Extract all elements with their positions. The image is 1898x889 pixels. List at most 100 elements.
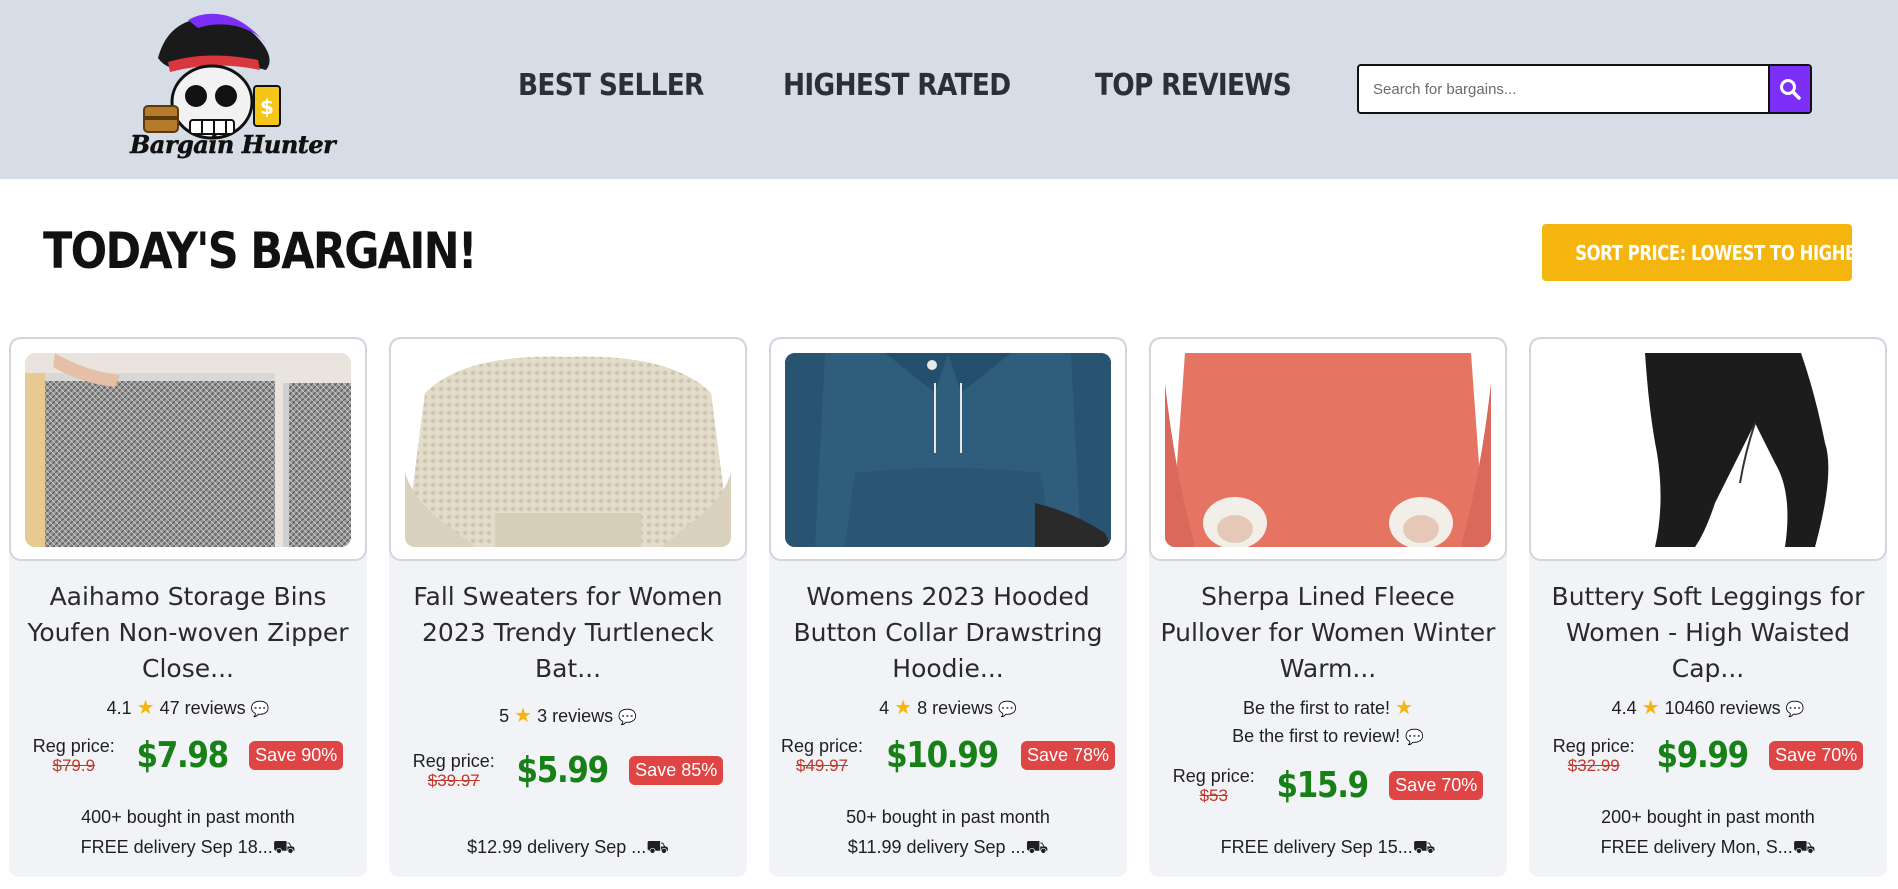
price-row: Reg price: $32.99 $9.99 Save 70% (1529, 735, 1887, 776)
nav-top-reviews[interactable]: TOP REVIEWS (1095, 68, 1292, 103)
truck-icon: ⛟ (1792, 837, 1816, 857)
save-badge: Save 70% (1389, 771, 1484, 800)
product-title[interactable]: Buttery Soft Leggings for Women - High W… (1539, 579, 1877, 687)
delivery-line: $12.99 delivery Sep ...⛟ (389, 837, 747, 861)
delivery-line: FREE delivery Sep 18...⛟ (9, 837, 367, 861)
save-badge: Save 78% (1020, 741, 1116, 770)
delivery-line: FREE delivery Mon, S...⛟ (1529, 837, 1887, 861)
nav-best-seller[interactable]: BEST SELLER (518, 68, 704, 103)
product-image-frame (1149, 337, 1507, 561)
product-image-frame (1529, 337, 1887, 561)
product-card[interactable]: Fall Sweaters for Women 2023 Trendy Turt… (389, 337, 747, 877)
delivery-text: FREE delivery Mon, S... (1600, 837, 1793, 857)
price-row: Reg price: $79.9 $7.98 Save 90% (9, 735, 367, 776)
save-badge: Save 70% (1769, 741, 1864, 770)
comment-icon: 💬 (998, 701, 1017, 718)
search-button[interactable] (1768, 66, 1810, 112)
review-count[interactable]: 8 reviews (917, 698, 993, 718)
site-header: $ Bargain Hunter BEST SELLER HIGHEST RAT… (0, 0, 1898, 179)
regular-price: Reg price: $39.97 (412, 750, 495, 790)
product-image-storage-bin[interactable] (25, 353, 351, 547)
product-image-frame (389, 337, 747, 561)
product-title[interactable]: Aaihamo Storage Bins Youfen Non-woven Zi… (19, 579, 357, 687)
truck-icon: ⛟ (1412, 837, 1436, 857)
star-icon: ★ (1395, 697, 1414, 719)
reg-price-value: $79.9 (52, 755, 96, 775)
search-input[interactable] (1359, 66, 1768, 112)
product-image-blue-hoodie[interactable] (785, 353, 1111, 547)
truck-icon: ⛟ (646, 837, 669, 857)
nav-highest-rated[interactable]: HIGHEST RATED (783, 68, 1011, 103)
sort-price-button[interactable]: SORT PRICE: LOWEST TO HIGHEST (1542, 224, 1878, 281)
reg-price-value: $49.97 (796, 755, 848, 775)
reg-price-label: Reg price: (1172, 765, 1255, 786)
rating-line: 4.4 ★ 10460 reviews 💬 (1529, 695, 1887, 720)
reg-price-label: Reg price: (32, 735, 115, 756)
product-title[interactable]: Sherpa Lined Fleece Pullover for Women W… (1159, 579, 1497, 687)
rating-value: 5 (499, 706, 510, 726)
regular-price: Reg price: $79.9 (32, 735, 115, 775)
delivery-line: $11.99 delivery Sep ...⛟ (769, 837, 1127, 861)
star-icon: ★ (514, 705, 533, 727)
product-grid: Aaihamo Storage Bins Youfen Non-woven Zi… (9, 337, 1887, 877)
delivery-line: FREE delivery Sep 15...⛟ (1149, 837, 1507, 861)
sale-price: $15.9 (1276, 765, 1369, 806)
reg-price-value: $32.99 (1567, 755, 1620, 775)
product-title[interactable]: Fall Sweaters for Women 2023 Trendy Turt… (399, 579, 737, 687)
svg-text:$: $ (260, 95, 274, 119)
save-badge: Save 85% (629, 756, 724, 785)
sale-price: $7.98 (136, 735, 229, 776)
reg-price-value: $39.97 (427, 770, 480, 790)
comment-icon: 💬 (250, 701, 270, 718)
product-image-black-leggings[interactable] (1545, 353, 1871, 547)
truck-icon: ⛟ (1025, 837, 1049, 857)
product-card[interactable]: Buttery Soft Leggings for Women - High W… (1529, 337, 1887, 877)
comment-icon: 💬 (618, 709, 637, 726)
reg-price-label: Reg price: (412, 750, 495, 771)
delivery-text: $11.99 delivery Sep ... (847, 837, 1026, 857)
rating-value: 4.1 (106, 698, 132, 718)
rating-value: 4 (879, 698, 890, 718)
rating-value: Be the first to rate! (1242, 698, 1391, 718)
star-icon: ★ (894, 697, 913, 719)
search-bar (1357, 64, 1812, 114)
sale-price: $5.99 (516, 750, 609, 791)
logo-wordmark: Bargain Hunter (130, 130, 336, 160)
main-nav: BEST SELLER HIGHEST RATED TOP REVIEWS (518, 68, 1318, 103)
product-card[interactable]: Sherpa Lined Fleece Pullover for Women W… (1149, 337, 1507, 877)
delivery-text: $12.99 delivery Sep ... (467, 837, 647, 857)
reg-price-value: $53 (1199, 785, 1228, 805)
page-title: TODAY'S BARGAIN! (43, 222, 478, 280)
product-title[interactable]: Womens 2023 Hooded Button Collar Drawstr… (779, 579, 1117, 687)
reg-price-label: Reg price: (1552, 735, 1635, 756)
product-image-frame (769, 337, 1127, 561)
regular-price: Reg price: $49.97 (780, 735, 864, 775)
sort-button-label: SORT PRICE: LOWEST TO HIGHEST (1575, 240, 1879, 265)
regular-price: Reg price: $32.99 (1552, 735, 1635, 775)
price-row: Reg price: $39.97 $5.99 Save 85% (389, 750, 747, 791)
save-badge: Save 90% (249, 741, 344, 770)
rating-line: 4.1 ★ 47 reviews 💬 (9, 695, 367, 720)
product-card[interactable]: Aaihamo Storage Bins Youfen Non-woven Zi… (9, 337, 367, 877)
product-image-cream-sweater[interactable] (405, 353, 731, 547)
rating-line: 5 ★ 3 reviews 💬 (389, 703, 747, 728)
review-count[interactable]: 10460 reviews (1665, 698, 1781, 718)
search-icon (1780, 79, 1801, 100)
rating-value: 4.4 (1611, 698, 1637, 718)
delivery-text: FREE delivery Sep 15... (1220, 837, 1413, 857)
truck-icon: ⛟ (272, 837, 296, 857)
rating-line: 4 ★ 8 reviews 💬 (769, 695, 1127, 720)
review-count[interactable]: 47 reviews (160, 698, 246, 718)
bought-count: 50+ bought in past month (846, 807, 1050, 827)
product-image-frame (9, 337, 367, 561)
product-card[interactable]: Womens 2023 Hooded Button Collar Drawstr… (769, 337, 1127, 877)
sale-price: $9.99 (1656, 735, 1749, 776)
bought-count: 400+ bought in past month (81, 807, 295, 827)
rating-line: Be the first to rate! ★ (1149, 695, 1507, 720)
review-count[interactable]: 3 reviews (537, 706, 613, 726)
reg-price-label: Reg price: (780, 735, 864, 756)
product-image-coral-pullover[interactable] (1165, 353, 1491, 547)
review-count[interactable]: Be the first to review! (1232, 726, 1400, 746)
regular-price: Reg price: $53 (1172, 765, 1255, 805)
comment-icon: 💬 (1405, 729, 1424, 746)
